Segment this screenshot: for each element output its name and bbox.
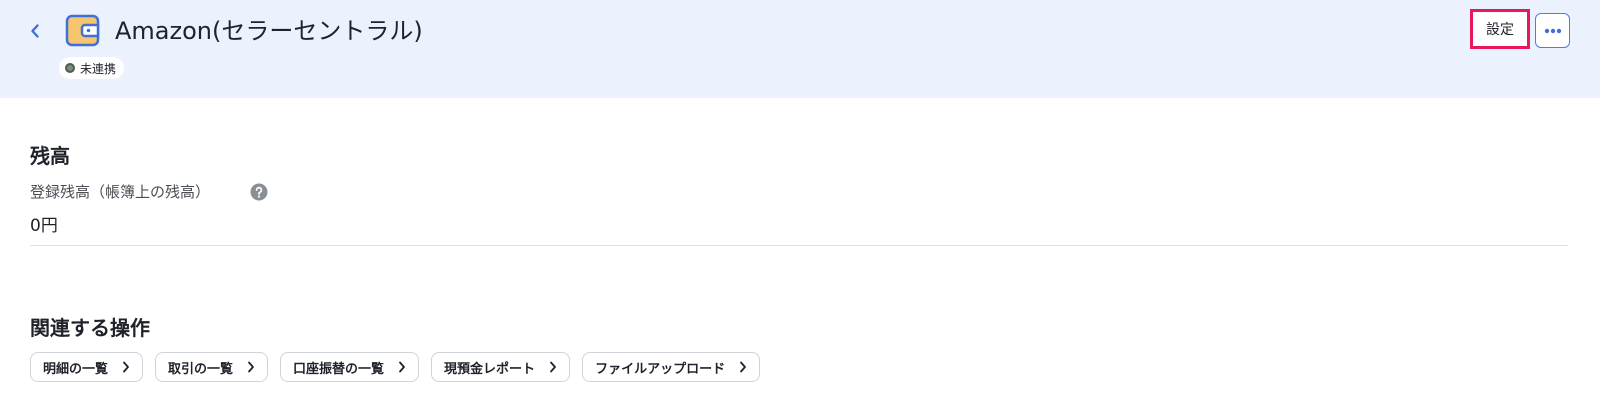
more-horizontal-icon [1544,28,1561,33]
status-dot-icon [65,63,75,73]
account-header: Amazon(セラーセントラル) 未連携 設定 [0,0,1600,98]
balance-section-title: 残高 [30,144,70,168]
chip-label: 口座振替の一覧 [293,361,385,377]
chevron-right-icon [123,361,129,373]
status-label: 未連携 [80,61,117,76]
divider [30,245,1568,246]
chip-label: ファイルアップロード [595,361,726,377]
related-actions: 明細の一覧 取引の一覧 口座振替の一覧 現預金レポート ファイルアップロード [30,352,761,382]
chip-transaction-list[interactable]: 取引の一覧 [155,352,269,382]
chip-label: 明細の一覧 [43,361,109,377]
chip-label: 取引の一覧 [168,361,234,377]
back-button[interactable] [22,18,48,44]
chip-file-upload[interactable]: ファイルアップロード [582,352,761,382]
wallet-icon [65,14,100,47]
status-badge: 未連携 [59,57,125,79]
balance-label: 登録残高（帳簿上の残高） [30,183,211,201]
balance-value: 0円 [30,216,58,236]
chip-statement-list[interactable]: 明細の一覧 [30,352,144,382]
chip-label: 現預金レポート [444,361,536,377]
more-button[interactable] [1535,13,1570,48]
chevron-right-icon [399,361,405,373]
question-circle-icon[interactable] [250,183,268,201]
chip-transfer-list[interactable]: 口座振替の一覧 [280,352,420,382]
page-title: Amazon(セラーセントラル) [115,17,423,45]
related-section-title: 関連する操作 [30,316,150,340]
chevron-right-icon [248,361,254,373]
chevron-right-icon [740,361,746,373]
chip-cash-report[interactable]: 現預金レポート [431,352,571,382]
settings-button[interactable]: 設定 [1470,9,1530,49]
chevron-left-icon [31,24,39,38]
chevron-right-icon [550,361,556,373]
